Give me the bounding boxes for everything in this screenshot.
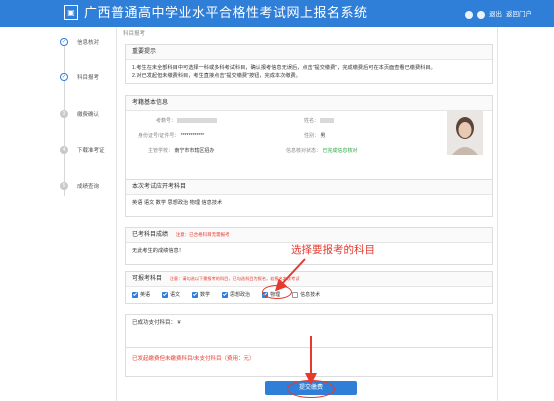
annotation-arrows [274,258,317,385]
annotation-arrow-checkbox [274,258,306,292]
